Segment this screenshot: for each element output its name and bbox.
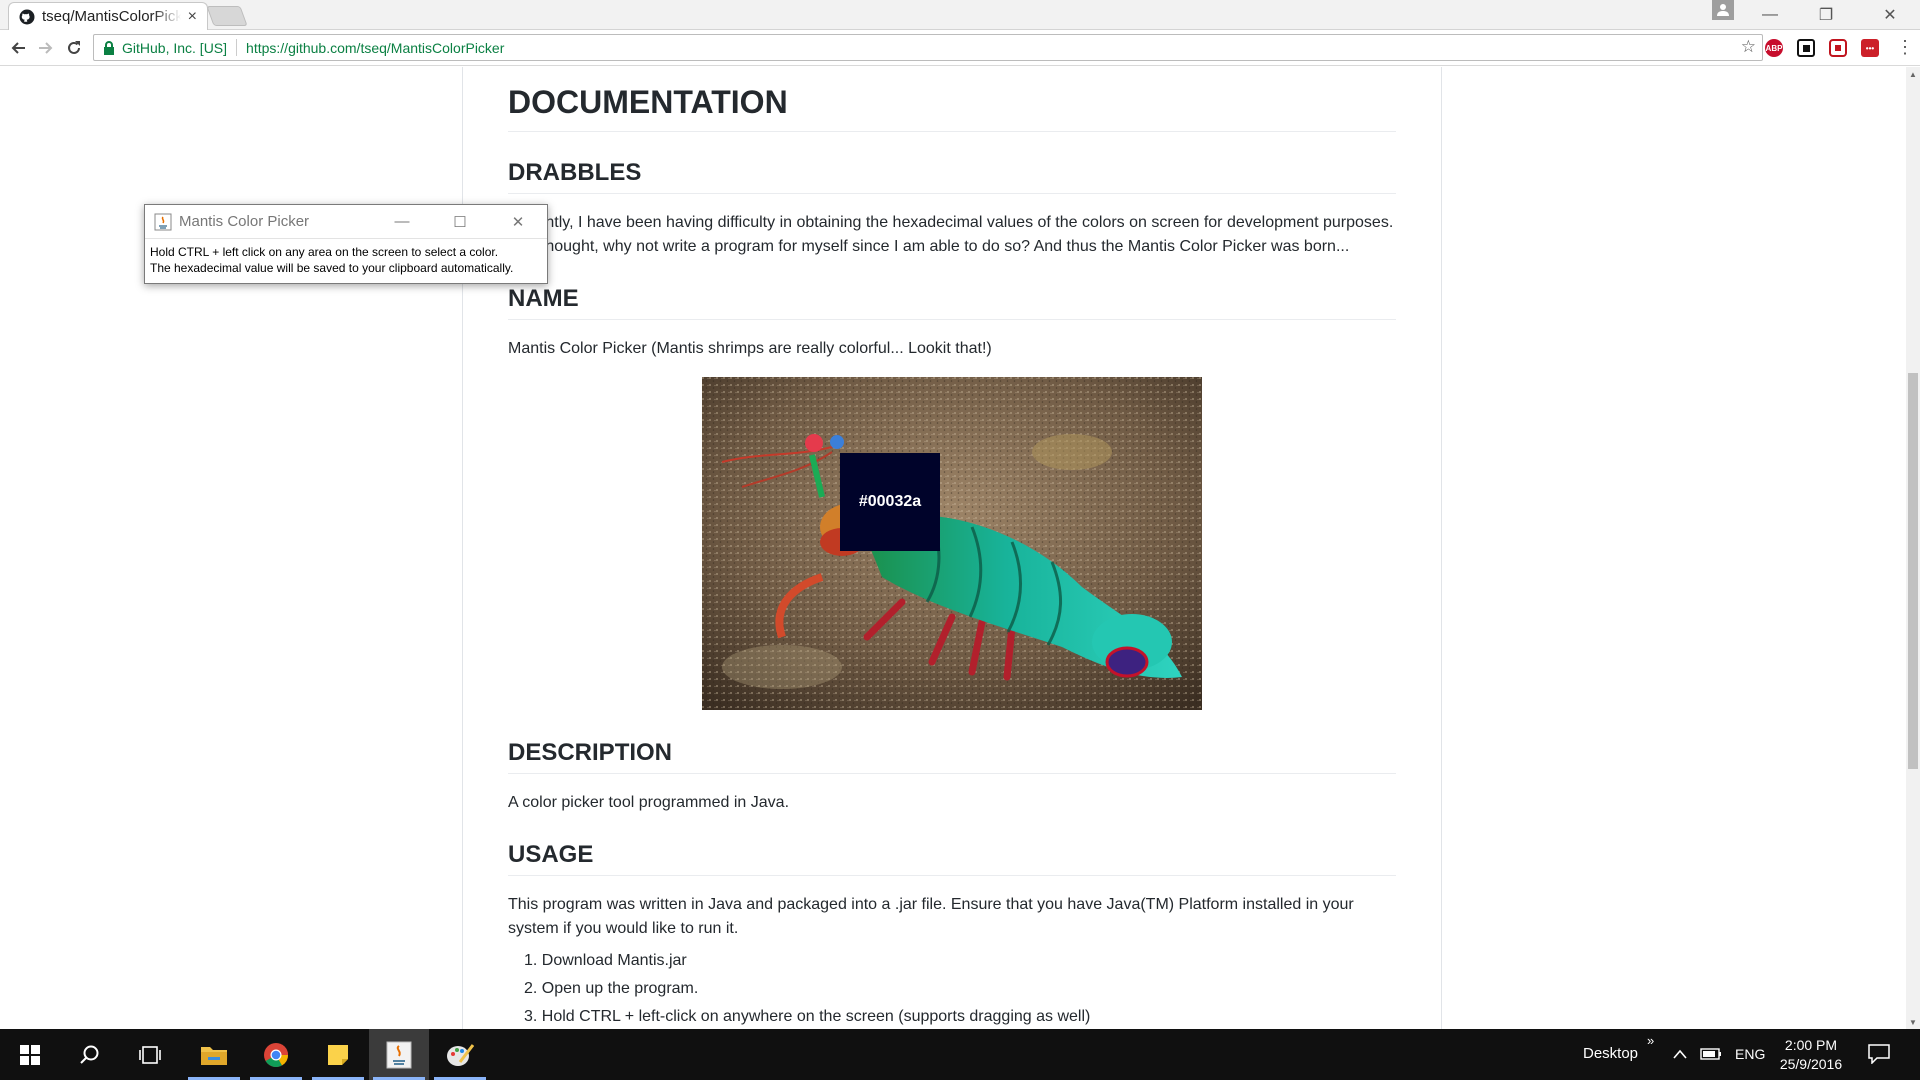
reload-button[interactable] (62, 36, 86, 60)
browser-tab[interactable]: tseq/MantisColorPicker × (8, 2, 208, 30)
scroll-up-arrow-icon[interactable]: ▲ (1906, 67, 1920, 81)
back-button[interactable] (6, 36, 30, 60)
list-item: 2. Open up the program. (524, 980, 699, 997)
back-arrow-icon (11, 42, 25, 54)
bookmark-star-icon[interactable]: ☆ (1741, 37, 1756, 57)
forward-button[interactable] (34, 36, 58, 60)
drabbles-paragraph: Recently, I have been having difficulty … (508, 214, 1394, 255)
minimize-icon: — (394, 213, 410, 230)
show-hidden-icons-icon[interactable] (1673, 1049, 1687, 1059)
page-scrollbar[interactable]: ▲ ▼ (1906, 67, 1920, 1029)
taskbar-sticky-notes[interactable] (308, 1029, 368, 1080)
instruction-line-2: The hexadecimal value will be saved to y… (150, 261, 514, 275)
url-text[interactable]: https://github.com/tseq/MantisColorPicke… (246, 40, 504, 56)
usage-steps-list: 1. Download Mantis.jar 2. Open up the pr… (524, 947, 1384, 1029)
mantis-picker-window[interactable]: Mantis Color Picker — ☐ ✕ Hold CTRL + le… (144, 204, 548, 284)
java-icon (154, 213, 172, 230)
input-language[interactable]: ENG (1735, 1046, 1765, 1062)
github-icon (19, 9, 35, 24)
user-icon (1717, 4, 1729, 16)
office-extension-icon[interactable] (1829, 39, 1847, 57)
usage-paragraph: This program was written in Java and pac… (508, 896, 1354, 937)
maximize-icon: ☐ (453, 213, 467, 231)
taskbar-java-app[interactable] (369, 1029, 429, 1080)
scroll-down-arrow-icon[interactable]: ▼ (1906, 1015, 1920, 1029)
battery-icon[interactable] (1700, 1047, 1722, 1061)
close-icon: ✕ (1883, 7, 1897, 24)
chrome-menu-icon[interactable]: ⋮ (1896, 38, 1914, 56)
window-minimize-button[interactable]: — (1742, 0, 1798, 30)
windows-logo-icon (20, 1044, 40, 1065)
browser-tab-strip: tseq/MantisColorPicker × — ❐ ✕ (0, 0, 1920, 30)
profile-button[interactable] (1712, 0, 1734, 20)
swatch-hex-label: #00032a (858, 493, 922, 510)
search-icon (80, 1045, 99, 1064)
new-tab-button[interactable] (206, 6, 248, 26)
adblock-label: ABP (1765, 43, 1783, 53)
lastpass-label: ••• (1865, 43, 1875, 53)
clock-time: 2:00 PM (1784, 1037, 1838, 1053)
taskbar-paint[interactable] (430, 1029, 490, 1080)
reload-icon (68, 41, 80, 54)
chrome-icon (264, 1042, 288, 1067)
minimize-icon: — (1762, 6, 1778, 23)
picker-close-button[interactable]: ✕ (489, 205, 547, 239)
paint-icon (447, 1043, 474, 1066)
start-button[interactable] (0, 1029, 60, 1080)
task-view-button[interactable] (120, 1029, 180, 1080)
taskbar-file-explorer[interactable] (184, 1029, 244, 1080)
heading-name: NAME (508, 285, 1396, 320)
forward-arrow-icon (39, 42, 53, 54)
picker-minimize-button[interactable]: — (373, 205, 431, 239)
mantis-shrimp-image: #00032a (702, 377, 1202, 710)
adblock-plus-icon[interactable]: ABP (1765, 39, 1783, 57)
taskbar-chrome[interactable] (246, 1029, 306, 1080)
scrollbar-thumb[interactable] (1908, 373, 1918, 769)
toolbar-chevron-icon[interactable]: » (1647, 1033, 1654, 1048)
folder-icon (201, 1046, 227, 1065)
windows-taskbar: Desktop » ENG 2:00 PM 25/9/2016 (0, 1029, 1920, 1080)
picker-window-title: Mantis Color Picker (179, 213, 310, 230)
color-preview-swatch: #00032a (840, 453, 940, 551)
omnibox-separator (236, 39, 238, 56)
list-item: 1. Download Mantis.jar (524, 952, 687, 969)
heading-documentation: DOCUMENTATION (508, 84, 1396, 132)
search-button[interactable] (60, 1029, 120, 1080)
description-paragraph: A color picker tool programmed in Java. (508, 794, 790, 811)
picker-instructions: Hold CTRL + left click on any area on th… (145, 239, 547, 281)
instruction-line-1: Hold CTRL + left click on any area on th… (150, 245, 499, 259)
tab-title: tseq/MantisColorPicker (42, 8, 181, 25)
java-cup-icon (386, 1041, 412, 1068)
heading-usage: USAGE (508, 841, 1396, 876)
picker-titlebar[interactable]: Mantis Color Picker — ☐ ✕ (145, 205, 547, 239)
heading-drabbles: DRABBLES (508, 159, 1396, 194)
window-close-button[interactable]: ✕ (1862, 0, 1918, 30)
browser-toolbar: GitHub, Inc. [US] https://github.com/tse… (0, 30, 1920, 66)
action-center-icon[interactable] (1868, 1044, 1890, 1064)
clock[interactable]: 2:00 PM 25/9/2016 (1776, 1036, 1846, 1074)
picker-maximize-button[interactable]: ☐ (431, 205, 489, 239)
restore-icon: ❐ (1818, 7, 1834, 24)
lastpass-icon[interactable]: ••• (1861, 39, 1879, 57)
desktop-toolbar-label[interactable]: Desktop (1583, 1045, 1638, 1062)
heading-description: DESCRIPTION (508, 739, 1396, 774)
list-item: 3. Hold CTRL + left-click on anywhere on… (524, 1008, 1091, 1025)
pocket-icon[interactable] (1797, 39, 1815, 57)
window-restore-button[interactable]: ❐ (1798, 0, 1854, 30)
task-view-icon (139, 1045, 161, 1064)
close-icon: ✕ (511, 213, 525, 231)
sticky-notes-icon (328, 1044, 348, 1065)
pocket-glyph (1802, 44, 1810, 52)
mantis-shrimp-illustration (702, 377, 1202, 710)
security-label[interactable]: GitHub, Inc. [US] (122, 40, 227, 56)
tab-close-icon[interactable]: × (188, 8, 197, 25)
lock-icon (104, 40, 114, 55)
name-paragraph: Mantis Color Picker (Mantis shrimps are … (508, 340, 992, 357)
clock-date: 25/9/2016 (1779, 1056, 1843, 1072)
address-bar[interactable]: GitHub, Inc. [US] https://github.com/tse… (93, 34, 1763, 61)
office-glyph (1835, 45, 1841, 51)
